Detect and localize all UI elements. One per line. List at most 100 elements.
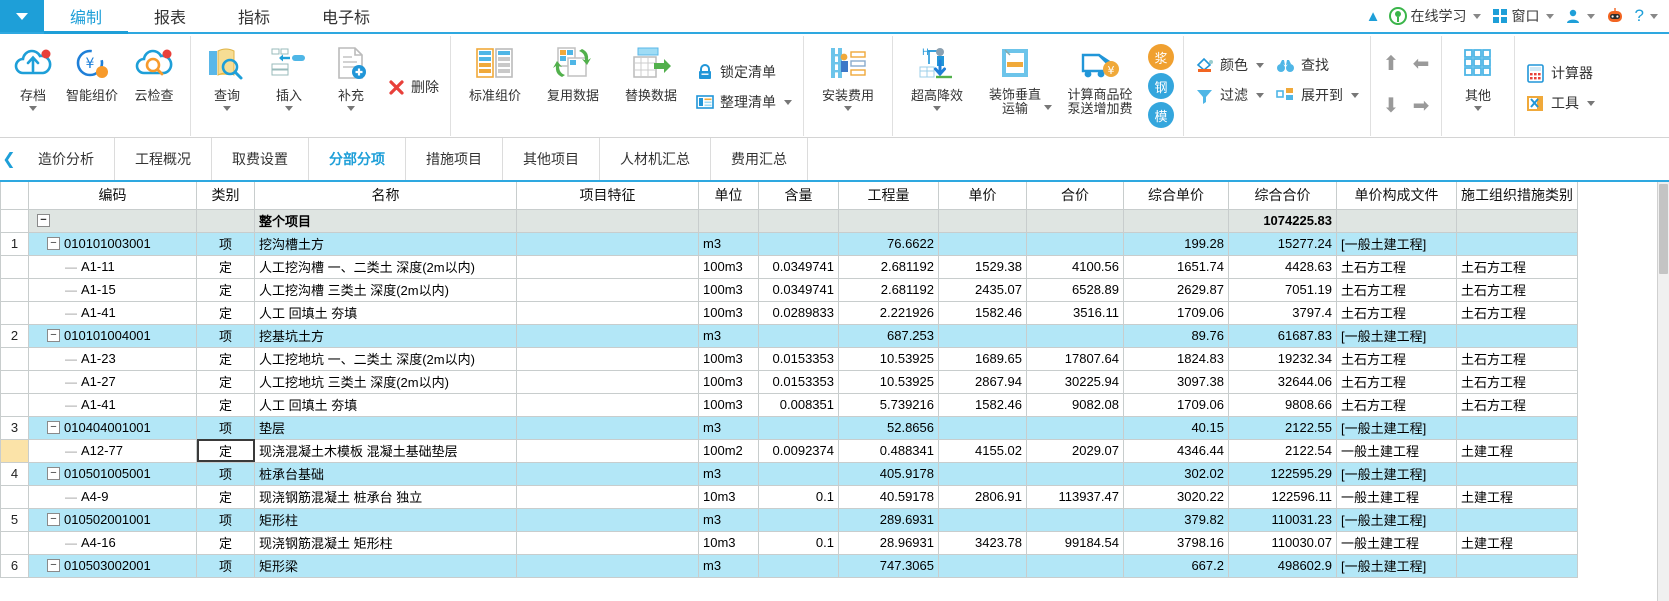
col-header-org-measure[interactable]: 施工组织措施类别 bbox=[1456, 182, 1578, 210]
price-cell[interactable]: 1582.46 bbox=[938, 392, 1027, 417]
feature-cell[interactable] bbox=[516, 231, 699, 256]
price-cell[interactable] bbox=[938, 208, 1027, 233]
name-cell[interactable]: 现浇混凝土木模板 混凝土基础垫层 bbox=[254, 438, 517, 463]
unit-cell[interactable]: m3 bbox=[698, 461, 759, 486]
table-row[interactable]: — A1-15 定人工挖沟槽 三类土 深度(2m以内) 100m3 0.0349741 2… bbox=[0, 277, 1578, 302]
tab-project-overview[interactable]: 工程概况 bbox=[115, 138, 212, 180]
comprehensive-sum-cell[interactable]: 61687.83 bbox=[1228, 323, 1337, 348]
unit-cell[interactable]: 100m3 bbox=[698, 254, 759, 279]
row-number-cell[interactable]: 1 bbox=[0, 231, 29, 256]
filter-button[interactable]: 过滤 bbox=[1189, 80, 1270, 110]
price-file-cell[interactable]: 一般土建工程 bbox=[1336, 438, 1457, 463]
price-file-cell[interactable]: 土石方工程 bbox=[1336, 346, 1457, 371]
org-measure-cell[interactable]: 土石方工程 bbox=[1456, 392, 1578, 417]
sum-cell[interactable]: 99184.54 bbox=[1026, 530, 1124, 555]
comprehensive-price-cell[interactable]: 199.28 bbox=[1123, 231, 1229, 256]
tree-collapse-icon[interactable]: − bbox=[47, 513, 60, 526]
category-cell[interactable]: 项 bbox=[196, 415, 255, 440]
quantity-cell[interactable]: 76.6622 bbox=[838, 231, 939, 256]
feature-cell[interactable] bbox=[516, 346, 699, 371]
quantity-cell[interactable]: 2.681192 bbox=[838, 254, 939, 279]
code-cell[interactable]: — A1-11 bbox=[28, 254, 197, 279]
price-file-cell[interactable]: [一般土建工程] bbox=[1336, 231, 1457, 256]
category-cell[interactable]: 定 bbox=[196, 346, 255, 371]
price-cell[interactable]: 2867.94 bbox=[938, 369, 1027, 394]
name-cell[interactable]: 人工 回填土 夯填 bbox=[254, 300, 517, 325]
name-cell[interactable]: 挖基坑土方 bbox=[254, 323, 517, 348]
price-file-cell[interactable]: 土石方工程 bbox=[1336, 392, 1457, 417]
price-file-cell[interactable]: [一般土建工程] bbox=[1336, 507, 1457, 532]
quantity-cell[interactable]: 687.253 bbox=[838, 323, 939, 348]
quantity-cell[interactable]: 5.739216 bbox=[838, 392, 939, 417]
sidebar-collapse-button[interactable]: ❮ bbox=[0, 138, 18, 180]
scrollbar-thumb[interactable] bbox=[1659, 184, 1668, 274]
tab-other-items[interactable]: 其他项目 bbox=[503, 138, 600, 180]
content-cell[interactable]: 0.1 bbox=[758, 484, 839, 509]
feature-cell[interactable] bbox=[516, 553, 699, 578]
row-number-cell[interactable]: 5 bbox=[0, 507, 29, 532]
content-cell[interactable]: 0.0289833 bbox=[758, 300, 839, 325]
price-cell[interactable]: 1582.46 bbox=[938, 300, 1027, 325]
feature-cell[interactable] bbox=[516, 530, 699, 555]
price-cell[interactable] bbox=[938, 323, 1027, 348]
comprehensive-price-cell[interactable]: 1651.74 bbox=[1123, 254, 1229, 279]
price-file-cell[interactable]: [一般土建工程] bbox=[1336, 553, 1457, 578]
arrow-up-icon[interactable]: ⬆ bbox=[1383, 51, 1400, 76]
content-cell[interactable]: 0.0153353 bbox=[758, 346, 839, 371]
content-cell[interactable] bbox=[758, 553, 839, 578]
category-cell[interactable]: 项 bbox=[196, 553, 255, 578]
comprehensive-sum-cell[interactable]: 19232.34 bbox=[1228, 346, 1337, 371]
main-tab-dianzibiao[interactable]: 电子标 bbox=[296, 0, 396, 32]
feature-cell[interactable] bbox=[516, 438, 699, 463]
price-file-cell[interactable]: [一般土建工程] bbox=[1336, 415, 1457, 440]
tab-measure-items[interactable]: 措施项目 bbox=[406, 138, 503, 180]
content-cell[interactable] bbox=[758, 208, 839, 233]
org-measure-cell[interactable]: 土石方工程 bbox=[1456, 300, 1578, 325]
unit-cell[interactable]: m3 bbox=[698, 415, 759, 440]
expand-to-button[interactable]: 展开到 bbox=[1270, 80, 1365, 110]
org-measure-cell[interactable] bbox=[1456, 231, 1578, 256]
row-number-cell[interactable] bbox=[0, 369, 29, 394]
price-cell[interactable]: 1529.38 bbox=[938, 254, 1027, 279]
reuse-data-button[interactable]: 复用数据 bbox=[534, 36, 612, 132]
sum-cell[interactable]: 9082.08 bbox=[1026, 392, 1124, 417]
category-cell[interactable]: 定 bbox=[196, 277, 255, 302]
code-cell[interactable]: — A4-9 bbox=[28, 484, 197, 509]
main-tab-bianzhi[interactable]: 编制 bbox=[44, 0, 129, 34]
table-row[interactable]: — A4-9 定现浇钢筋混凝土 桩承台 独立 10m3 0.1 40.59178 2806.… bbox=[0, 484, 1578, 509]
comprehensive-price-cell[interactable]: 667.2 bbox=[1123, 553, 1229, 578]
archive-button[interactable]: 存档 bbox=[5, 36, 61, 132]
org-measure-cell[interactable] bbox=[1456, 461, 1578, 486]
category-cell[interactable]: 定 bbox=[196, 254, 255, 279]
table-row[interactable]: 4−010501005001 项桩承台基础 m3 405.9178 302.02 1225… bbox=[0, 461, 1578, 486]
col-header-price[interactable]: 单价 bbox=[938, 182, 1027, 210]
price-file-cell[interactable]: 土石方工程 bbox=[1336, 300, 1457, 325]
row-number-cell[interactable] bbox=[0, 208, 29, 233]
content-cell[interactable]: 0.1 bbox=[758, 530, 839, 555]
feature-cell[interactable] bbox=[516, 461, 699, 486]
col-header-name[interactable]: 名称 bbox=[254, 182, 517, 210]
tab-fee-summary[interactable]: 费用汇总 bbox=[711, 138, 808, 180]
badge-gang[interactable]: 钢 bbox=[1148, 73, 1174, 99]
query-button[interactable]: 查询 bbox=[196, 36, 258, 132]
vertical-transport-button[interactable]: 装饰垂直 运输 bbox=[976, 36, 1054, 132]
table-row[interactable]: − 整个项目 1074225.83 bbox=[0, 208, 1578, 233]
content-cell[interactable]: 0.0092374 bbox=[758, 438, 839, 463]
sum-cell[interactable]: 4100.56 bbox=[1026, 254, 1124, 279]
quantity-cell[interactable]: 40.59178 bbox=[838, 484, 939, 509]
sum-cell[interactable]: 2029.07 bbox=[1026, 438, 1124, 463]
category-cell[interactable]: 定 bbox=[196, 530, 255, 555]
unit-cell[interactable]: m3 bbox=[698, 323, 759, 348]
window-menu-button[interactable]: 窗口 bbox=[1489, 6, 1557, 26]
feature-cell[interactable] bbox=[516, 369, 699, 394]
color-button[interactable]: 颜色 bbox=[1189, 50, 1270, 80]
sum-cell[interactable]: 113937.47 bbox=[1026, 484, 1124, 509]
org-measure-cell[interactable] bbox=[1456, 553, 1578, 578]
sum-cell[interactable] bbox=[1026, 461, 1124, 486]
sum-cell[interactable] bbox=[1026, 553, 1124, 578]
tree-collapse-icon[interactable]: − bbox=[47, 421, 60, 434]
quantity-cell[interactable]: 405.9178 bbox=[838, 461, 939, 486]
feature-cell[interactable] bbox=[516, 208, 699, 233]
tree-collapse-icon[interactable]: − bbox=[47, 237, 60, 250]
row-number-cell[interactable] bbox=[0, 346, 29, 371]
